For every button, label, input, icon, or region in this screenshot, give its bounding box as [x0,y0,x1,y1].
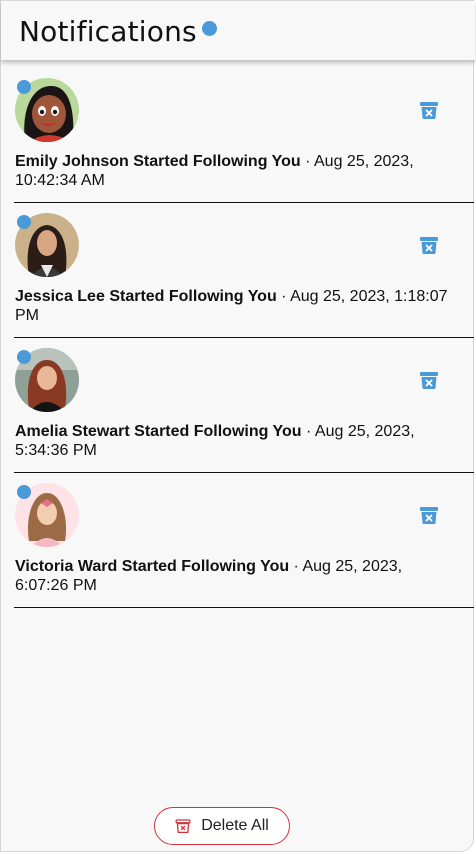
separator: · [301,423,315,440]
trash-icon [175,819,191,834]
notification-text: Emily Johnson Started Following You · Au… [15,152,455,190]
notification-name: Jessica Lee [15,288,105,305]
notification-text: Victoria Ward Started Following You · Au… [15,557,455,595]
unread-dot [17,350,31,364]
page-title: Notifications [19,15,197,48]
notification-action: Started Following You [109,288,277,305]
notification-text: Jessica Lee Started Following You · Aug … [15,287,455,325]
notification-name: Emily Johnson [15,153,129,170]
notification-name: Victoria Ward [15,558,118,575]
trash-icon[interactable] [419,505,439,525]
notification-item[interactable]: Amelia Stewart Started Following You · A… [14,339,474,473]
unread-dot [17,215,31,229]
notification-text: Amelia Stewart Started Following You · A… [15,422,455,460]
notification-action: Started Following You [134,423,302,440]
notification-action: Started Following You [133,153,301,170]
notification-list: Emily Johnson Started Following You · Au… [14,69,474,609]
notifications-header: Notifications [1,1,475,60]
separator: · [276,288,291,305]
trash-icon[interactable] [419,100,439,120]
delete-all-label: Delete All [201,817,269,834]
trash-icon[interactable] [419,370,439,390]
notification-action: Started Following You [121,558,290,575]
delete-all-button[interactable]: Delete All [154,807,290,845]
notification-item[interactable]: Jessica Lee Started Following You · Aug … [14,204,474,338]
notifications-panel: Notifications Emily Johnson Started Foll… [0,0,475,852]
notification-name: Amelia Stewart [15,423,130,440]
separator: · [289,558,303,575]
unread-dot [17,485,31,499]
notification-item[interactable]: Emily Johnson Started Following You · Au… [14,69,474,203]
notification-item[interactable]: Victoria Ward Started Following You · Au… [14,474,474,608]
separator: · [300,153,314,170]
unread-dot [17,80,31,94]
trash-icon[interactable] [419,235,439,255]
unread-indicator-dot [202,21,217,36]
